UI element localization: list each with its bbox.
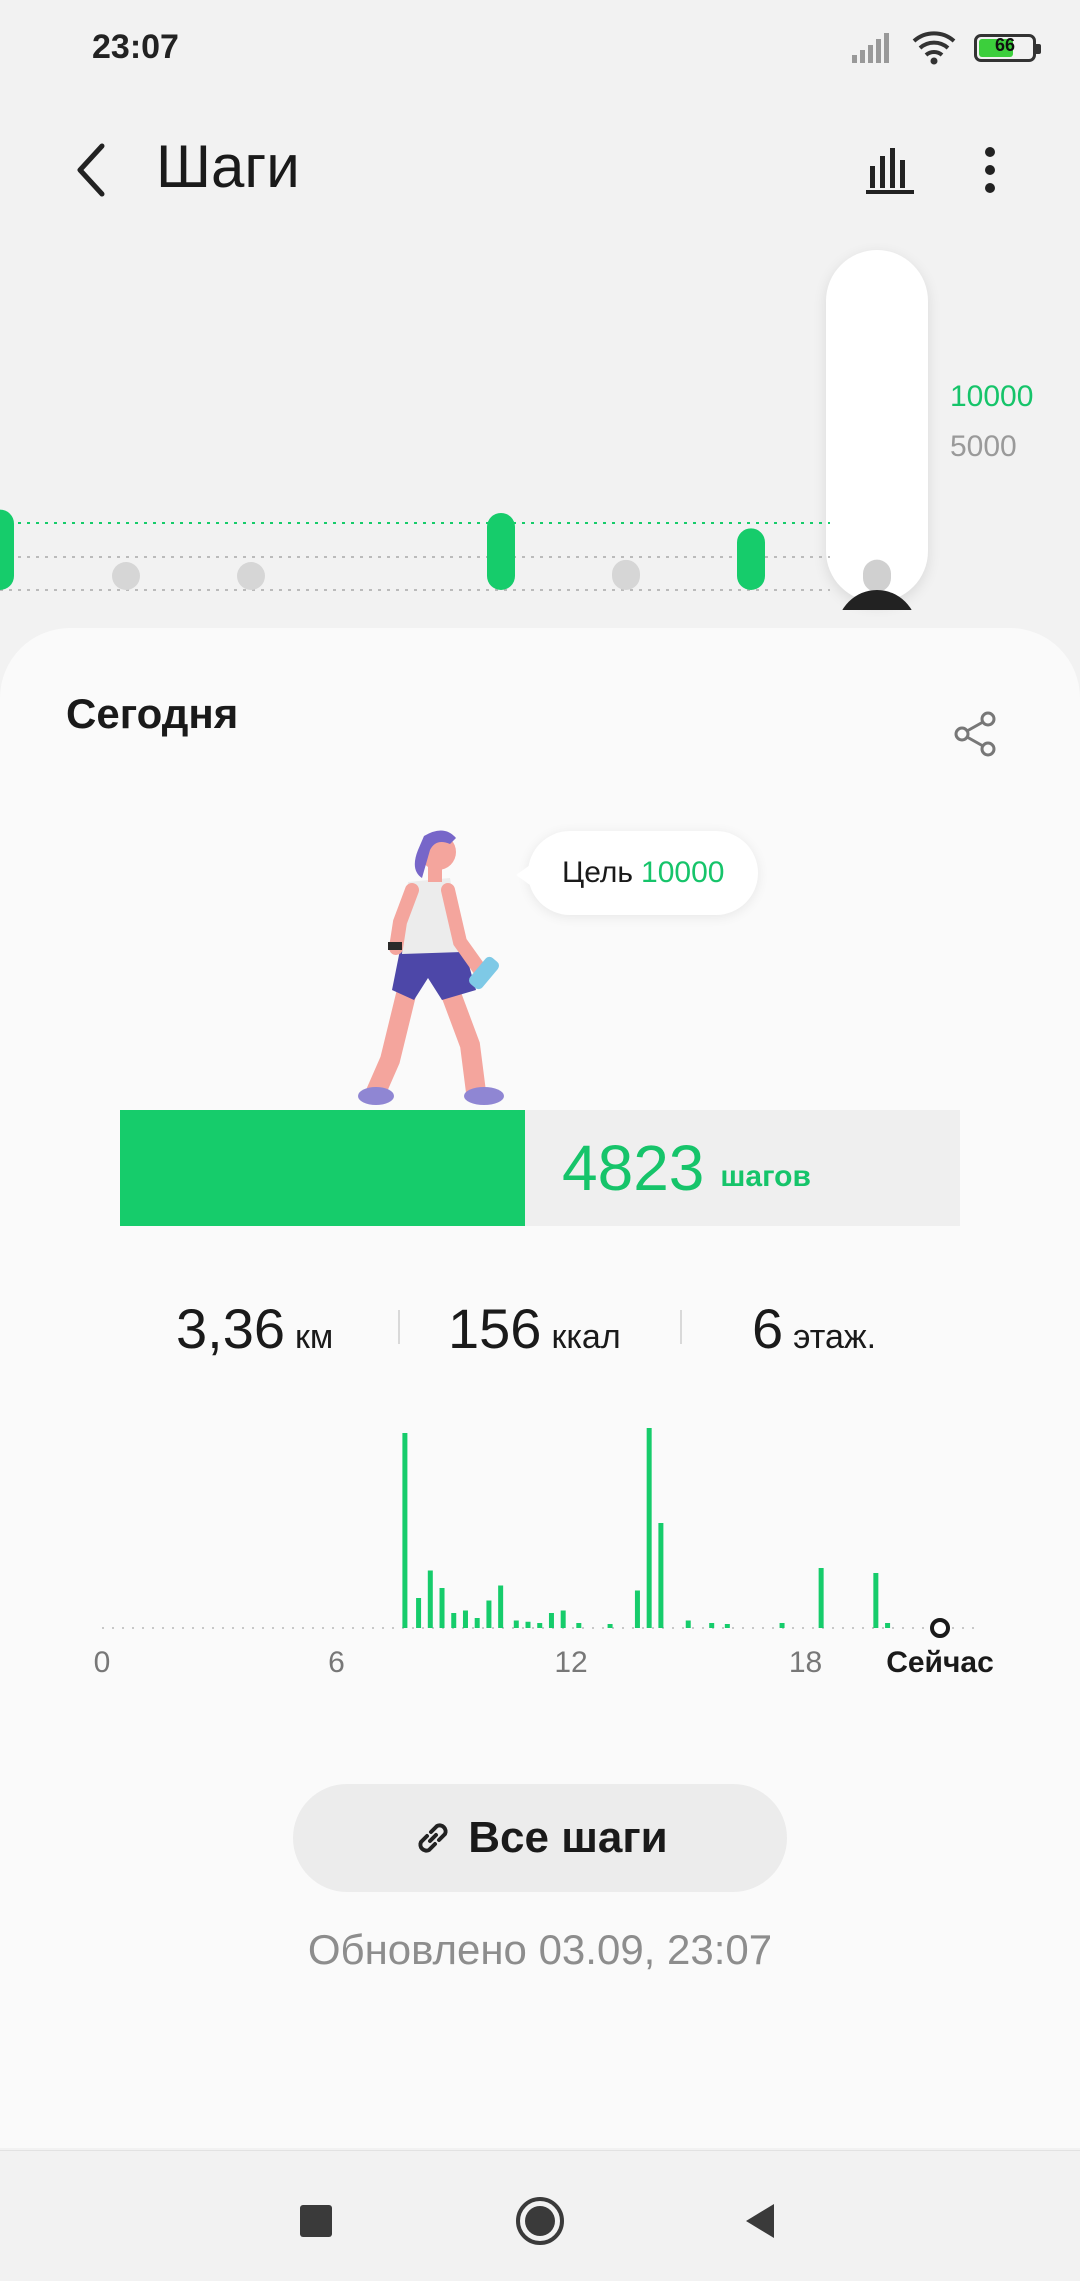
link-icon [418, 1823, 448, 1853]
calories-unit: ккал [551, 1318, 621, 1356]
bar-chart-icon [866, 148, 914, 194]
hour-bar [486, 1600, 492, 1628]
all-steps-button[interactable]: Все шаги [293, 1784, 787, 1892]
hour-tick-label: 6 [328, 1646, 345, 1679]
hour-bar [462, 1610, 468, 1628]
day-bar [863, 559, 891, 592]
chevron-left-icon [77, 143, 105, 197]
hour-bar [634, 1590, 640, 1628]
goal-text: Цель [562, 856, 634, 889]
share-button[interactable] [940, 698, 1012, 770]
hour-bar [818, 1568, 824, 1628]
metrics-row: 3,36 км 156 ккал 6 этаж. [0, 1296, 1080, 1366]
hour-bar [537, 1623, 543, 1628]
more-vertical-icon [985, 147, 995, 193]
day-bar [237, 562, 265, 590]
metric-divider [398, 1310, 400, 1344]
daily-steps-chart: 7282930311/923 10000 5000 [0, 250, 1080, 610]
daily-steps-svg: 7282930311/923 [0, 509, 912, 610]
distance-metric: 3,36 км [176, 1296, 333, 1361]
steps-progress-bar: 4823 шагов [120, 1110, 960, 1226]
walking-person-illustration [358, 830, 504, 1105]
hour-bar [607, 1624, 613, 1628]
goal-bubble: Цель 10000 [515, 831, 759, 915]
goal-value: 10000 [641, 856, 725, 889]
hour-bar [427, 1570, 433, 1628]
hour-bar [474, 1618, 480, 1628]
selected-day-badge [842, 590, 912, 610]
share-icon [954, 711, 996, 757]
now-marker [930, 1618, 950, 1638]
hour-bar [498, 1585, 504, 1628]
mid-line-label: 5000 [950, 430, 1017, 463]
goal-line-label: 10000 [950, 380, 1034, 413]
hour-bar [646, 1428, 652, 1628]
distance-value: 3,36 [176, 1297, 285, 1360]
hour-tick-label: 12 [554, 1646, 587, 1679]
home-button[interactable] [500, 2181, 580, 2261]
floors-value: 6 [752, 1297, 784, 1360]
steps-count: 4823 [562, 1132, 705, 1204]
hour-bar [779, 1623, 785, 1628]
system-navigation-bar [0, 2150, 1080, 2281]
distance-unit: км [295, 1318, 334, 1356]
hour-bar [439, 1588, 445, 1628]
hour-bar [576, 1623, 582, 1628]
hour-bar [724, 1624, 730, 1628]
battery-nub [1036, 44, 1041, 54]
hour-bar [658, 1523, 664, 1628]
hour-bar [560, 1610, 566, 1628]
more-options-button[interactable] [950, 130, 1030, 210]
day-bar [112, 562, 140, 590]
day-bar [612, 559, 640, 590]
back-nav-button[interactable] [720, 2181, 800, 2261]
hour-bar [885, 1623, 891, 1628]
recents-button[interactable] [276, 2181, 356, 2261]
back-button[interactable] [52, 130, 132, 210]
page-title: Шаги [156, 133, 300, 200]
metric-divider [680, 1310, 682, 1344]
statistics-button[interactable] [850, 130, 930, 210]
hour-bar [525, 1621, 531, 1628]
square-icon [300, 2205, 332, 2237]
battery-icon: 66 [974, 34, 1041, 62]
floors-metric: 6 этаж. [752, 1296, 876, 1361]
calories-metric: 156 ккал [448, 1296, 621, 1361]
day-bar [737, 528, 765, 590]
day-bar [487, 512, 515, 590]
signal-icon [852, 33, 889, 63]
hour-bar [873, 1573, 879, 1628]
wifi-icon [912, 31, 956, 65]
hour-bar [513, 1620, 519, 1628]
status-time: 23:07 [92, 28, 179, 66]
day-bar [0, 509, 14, 590]
status-icons: 66 [850, 28, 1041, 68]
hour-bar [548, 1613, 554, 1628]
battery-percent: 66 [994, 35, 1016, 55]
status-bar: 23:07 66 [0, 0, 1080, 95]
hour-bar [685, 1620, 691, 1628]
hourly-steps-svg: 0 6 12 18 Сейчас [94, 1428, 994, 1679]
hour-bar [402, 1433, 408, 1628]
hour-bar [451, 1613, 457, 1628]
hour-tick-label: 0 [94, 1646, 111, 1679]
app-header: Шаги [0, 110, 1080, 230]
hour-tick-label: 18 [789, 1646, 822, 1679]
today-card: Сегодня Цель 10000 4823 шагов 3,36 км 15… [0, 628, 1080, 2148]
hour-bar [709, 1623, 715, 1628]
last-updated-text: Обновлено 03.09, 23:07 [307, 1926, 773, 1973]
steps-progress-fill [120, 1110, 526, 1226]
today-title: Сегодня [66, 690, 239, 737]
calories-value: 156 [448, 1297, 542, 1360]
steps-readout: 4823 шагов [562, 1110, 811, 1226]
all-steps-label: Все шаги [468, 1813, 668, 1862]
floors-unit: этаж. [793, 1318, 877, 1356]
hourly-steps-chart: 0 6 12 18 Сейчас [0, 1428, 1080, 1688]
hour-bar [416, 1598, 422, 1628]
now-label: Сейчас [886, 1646, 994, 1679]
home-circle-icon [516, 2197, 564, 2245]
triangle-back-icon [746, 2204, 774, 2238]
steps-unit: шагов [720, 1160, 811, 1193]
